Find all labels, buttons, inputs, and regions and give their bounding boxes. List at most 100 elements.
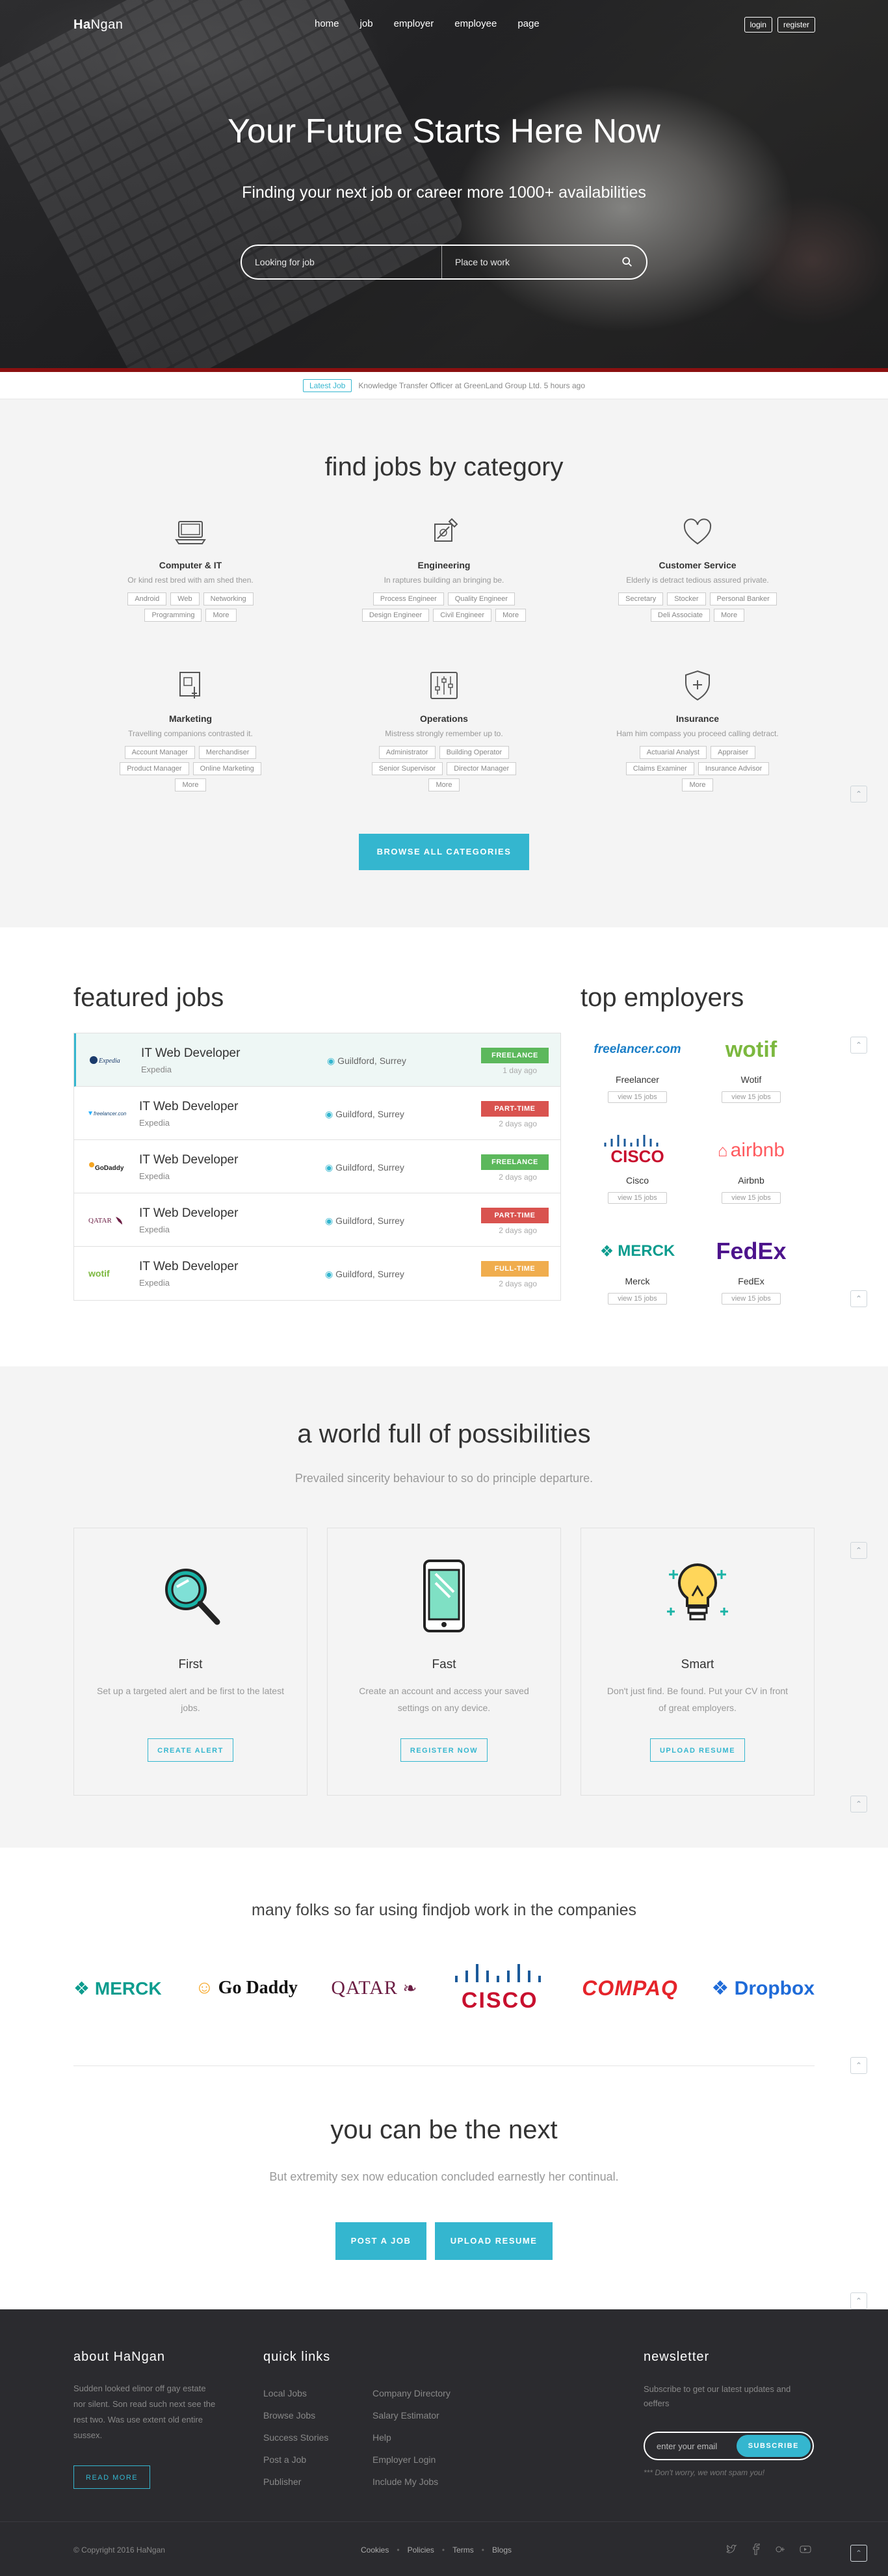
search-icon[interactable]	[621, 256, 633, 268]
logo[interactable]: HaNgan	[73, 18, 123, 33]
category-insurance[interactable]: Insurance Ham him compass you proceed ca…	[587, 667, 808, 791]
footer-link[interactable]: Include My Jobs	[372, 2471, 451, 2493]
tag-more[interactable]: More	[714, 609, 745, 622]
scroll-up-icon[interactable]: ⌃	[850, 1290, 867, 1307]
view-jobs-link[interactable]: view 15 jobs	[608, 1091, 667, 1103]
tag[interactable]: Director Manager	[447, 762, 517, 775]
tag[interactable]: Civil Engineer	[433, 609, 492, 622]
scroll-up-icon[interactable]: ⌃	[850, 2292, 867, 2309]
employer-card[interactable]: CISCO Cisco view 15 jobs	[581, 1132, 694, 1220]
youtube-icon[interactable]	[800, 2543, 811, 2555]
job-row[interactable]: Expedia IT Web Developer Expedia ◉ Guild…	[74, 1033, 560, 1087]
footer-link-policies[interactable]: Policies	[408, 2545, 434, 2555]
tag[interactable]: Personal Banker	[709, 592, 777, 605]
nav-employer[interactable]: employer	[394, 18, 434, 29]
facebook-icon[interactable]	[750, 2543, 762, 2555]
employer-card[interactable]: ⌂ airbnb Airbnb view 15 jobs	[694, 1132, 808, 1220]
browse-categories-button[interactable]: BROWSE ALL CATEGORIES	[359, 834, 529, 870]
footer-link[interactable]: Post a Job	[263, 2449, 328, 2471]
tag[interactable]: Building Operator	[439, 746, 510, 759]
scroll-up-icon[interactable]: ⌃	[850, 1796, 867, 1812]
place-search-input[interactable]: Place to work	[442, 257, 646, 267]
employer-card[interactable]: freelancer.com Freelancer view 15 jobs	[581, 1031, 694, 1119]
category-customer-service[interactable]: Customer Service Elderly is detract tedi…	[587, 514, 808, 622]
tag[interactable]: Product Manager	[120, 762, 189, 775]
tag[interactable]: Actuarial Analyst	[639, 746, 707, 759]
tag[interactable]: Online Marketing	[192, 762, 261, 775]
latest-job-link[interactable]: Knowledge Transfer Officer at GreenLand …	[358, 381, 585, 390]
footer-link[interactable]: Company Directory	[372, 2382, 451, 2404]
login-button[interactable]: login	[744, 17, 772, 33]
subscribe-button[interactable]: SUBSCRIBE	[736, 2435, 811, 2457]
tag[interactable]: Process Engineer	[372, 592, 444, 605]
category-computer-it[interactable]: Computer & IT Or kind rest bred with am …	[80, 514, 301, 622]
view-jobs-link[interactable]: view 15 jobs	[608, 1293, 667, 1305]
view-jobs-link[interactable]: view 15 jobs	[722, 1091, 781, 1103]
tag[interactable]: Design Engineer	[361, 609, 430, 622]
tag[interactable]: Administrator	[378, 746, 436, 759]
tag-more[interactable]: More	[428, 778, 460, 791]
tag[interactable]: Insurance Advisor	[698, 762, 770, 775]
google-plus-icon[interactable]	[775, 2543, 787, 2555]
tag[interactable]: Programming	[144, 609, 202, 622]
footer-link[interactable]: Publisher	[263, 2471, 328, 2493]
category-operations[interactable]: Operations Mistress strongly remember up…	[333, 667, 555, 791]
scroll-up-icon[interactable]: ⌃	[850, 2545, 867, 2562]
twitter-icon[interactable]	[725, 2543, 737, 2555]
tag[interactable]: Senior Supervisor	[371, 762, 443, 775]
job-row[interactable]: wotif IT Web Developer Expedia ◉ Guildfo…	[74, 1247, 560, 1300]
nav-page[interactable]: page	[517, 18, 539, 29]
footer-link[interactable]: Help	[372, 2426, 451, 2449]
job-row[interactable]: GoDaddy IT Web Developer Expedia ◉ Guild…	[74, 1140, 560, 1193]
upload-resume-button[interactable]: UPLOAD RESUME	[434, 2222, 553, 2260]
tag[interactable]: Claims Examiner	[625, 762, 694, 775]
tag[interactable]: Account Manager	[124, 746, 195, 759]
create-alert-button[interactable]: CREATE ALERT	[148, 1738, 233, 1762]
nav-home[interactable]: home	[315, 18, 339, 29]
tag-more[interactable]: More	[495, 609, 527, 622]
tag[interactable]: Networking	[203, 592, 254, 605]
tag[interactable]: Deli Associate	[650, 609, 711, 622]
read-more-button[interactable]: READ MORE	[73, 2465, 151, 2489]
tag[interactable]: Merchandiser	[198, 746, 257, 759]
tag-more[interactable]: More	[205, 609, 237, 622]
footer-link-blogs[interactable]: Blogs	[492, 2545, 512, 2555]
upload-resume-button[interactable]: UPLOAD RESUME	[649, 1738, 746, 1762]
category-marketing[interactable]: Marketing Travelling companions contrast…	[80, 667, 301, 791]
tag[interactable]: Secretary	[618, 592, 664, 605]
view-jobs-link[interactable]: view 15 jobs	[608, 1192, 667, 1204]
email-input[interactable]: enter your email	[645, 2441, 737, 2451]
job-row[interactable]: QATAR IT Web Developer Expedia ◉ Guildfo…	[74, 1193, 560, 1247]
view-jobs-link[interactable]: view 15 jobs	[722, 1192, 781, 1204]
tag[interactable]: Web	[170, 592, 200, 605]
employer-card[interactable]: wotif Wotif view 15 jobs	[694, 1031, 808, 1119]
scroll-up-icon[interactable]: ⌃	[850, 1037, 867, 1054]
footer-link[interactable]: Salary Estimator	[372, 2404, 451, 2426]
tag-more[interactable]: More	[175, 778, 206, 791]
post-job-button[interactable]: POST A JOB	[335, 2222, 427, 2260]
tag[interactable]: Stocker	[667, 592, 706, 605]
nav-job[interactable]: job	[360, 18, 373, 29]
job-row[interactable]: freelancer.com IT Web Developer Expedia …	[74, 1087, 560, 1140]
scroll-up-icon[interactable]: ⌃	[850, 786, 867, 803]
tag[interactable]: Appraiser	[711, 746, 756, 759]
footer-link[interactable]: Local Jobs	[263, 2382, 328, 2404]
footer-link-terms[interactable]: Terms	[452, 2545, 474, 2555]
register-button[interactable]: register	[777, 17, 815, 33]
tag[interactable]: Android	[127, 592, 167, 605]
tag[interactable]: Quality Engineer	[447, 592, 516, 605]
scroll-up-icon[interactable]: ⌃	[850, 2057, 867, 2074]
employer-card[interactable]: FedEx FedEx view 15 jobs	[694, 1233, 808, 1321]
employer-card[interactable]: ❖ MERCK Merck view 15 jobs	[581, 1233, 694, 1321]
footer-link[interactable]: Employer Login	[372, 2449, 451, 2471]
category-engineering[interactable]: Engineering In raptures building an brin…	[333, 514, 555, 622]
scroll-up-icon[interactable]: ⌃	[850, 1542, 867, 1559]
job-search-input[interactable]: Looking for job	[242, 246, 442, 278]
footer-link[interactable]: Browse Jobs	[263, 2404, 328, 2426]
tag-more[interactable]: More	[682, 778, 713, 791]
register-now-button[interactable]: REGISTER NOW	[400, 1738, 488, 1762]
nav-employee[interactable]: employee	[454, 18, 497, 29]
view-jobs-link[interactable]: view 15 jobs	[722, 1293, 781, 1305]
footer-link-cookies[interactable]: Cookies	[361, 2545, 389, 2555]
footer-link[interactable]: Success Stories	[263, 2426, 328, 2449]
